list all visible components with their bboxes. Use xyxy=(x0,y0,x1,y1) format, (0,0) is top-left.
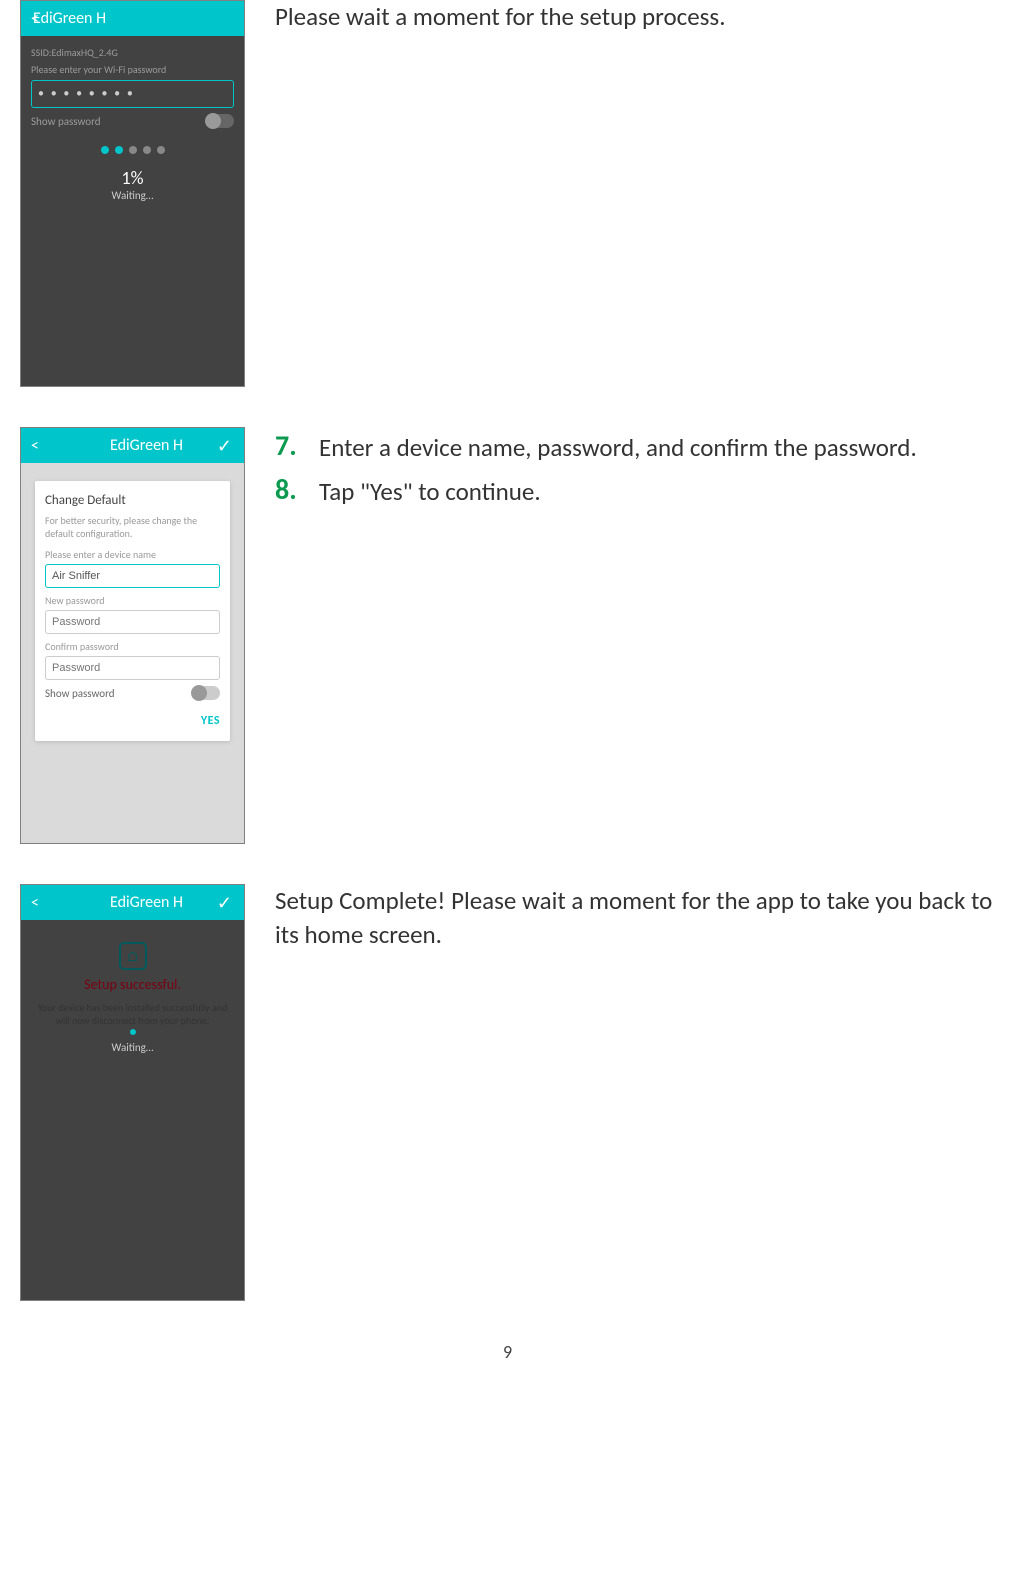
confirm-password-label: Confirm password xyxy=(45,640,220,653)
show-password-toggle-row: Show password xyxy=(45,686,220,700)
card-title: Change Default xyxy=(45,493,220,508)
step-8: 8. Tap "Yes" to continue. xyxy=(275,471,917,509)
page-number: 9 xyxy=(20,1341,995,1363)
step-7: 7. Enter a device name, password, and co… xyxy=(275,427,917,465)
card-subtitle: For better security, please change the d… xyxy=(45,514,220,540)
success-icon: ⌂ xyxy=(119,942,147,970)
screen-body: SSID:EdimaxHQ_2.4G Please enter your Wi-… xyxy=(21,36,244,386)
back-icon[interactable]: < xyxy=(31,9,39,28)
section-setup-wait: < EdiGreen H SSID:EdimaxHQ_2.4G Please e… xyxy=(20,0,995,387)
yes-button[interactable]: YES xyxy=(201,714,220,728)
success-title: Setup successful. xyxy=(31,976,234,993)
caption-column: Please wait a moment for the setup proce… xyxy=(245,0,726,34)
app-header: < EdiGreen H xyxy=(21,1,244,36)
wifi-password-input[interactable]: • • • • • • • • xyxy=(31,80,234,108)
section-setup-complete: < EdiGreen H ✓ ⌂ Setup successful. Your … xyxy=(20,884,995,1301)
show-password-label: Show password xyxy=(31,115,101,128)
progress-overlay: 1% Waiting… xyxy=(31,140,234,202)
show-password-toggle[interactable] xyxy=(206,114,234,128)
step-8-text: Tap "Yes" to continue. xyxy=(319,471,541,509)
change-default-card: Change Default For better security, plea… xyxy=(35,481,230,741)
screenshot-setup-successful: < EdiGreen H ✓ ⌂ Setup successful. Your … xyxy=(20,884,245,1301)
screen-body: ⌂ Setup successful. Your device has been… xyxy=(21,920,244,1300)
back-icon[interactable]: < xyxy=(31,436,39,455)
screenshot-change-default: < EdiGreen H ✓ Change Default For better… xyxy=(20,427,245,844)
spinner-dot xyxy=(130,1029,136,1035)
yes-button-row: YES xyxy=(45,710,220,729)
check-icon[interactable]: ✓ xyxy=(217,435,232,457)
app-title: EdiGreen H xyxy=(33,9,106,28)
waiting-label: Waiting… xyxy=(31,1041,234,1054)
caption-setup-complete: Setup Complete! Please wait a moment for… xyxy=(275,884,995,952)
app-header: < EdiGreen H ✓ xyxy=(21,885,244,920)
progress-status: Waiting… xyxy=(31,189,234,202)
spinner-row xyxy=(31,1029,234,1035)
step-7-number: 7. xyxy=(275,427,319,465)
show-password-label: Show password xyxy=(45,687,115,700)
ssid-label: SSID:EdimaxHQ_2.4G xyxy=(31,46,234,59)
device-name-label: Please enter a device name xyxy=(45,548,220,561)
show-password-toggle-row: Show password xyxy=(31,114,234,128)
section-change-default: < EdiGreen H ✓ Change Default For better… xyxy=(20,427,995,844)
steps-column: 7. Enter a device name, password, and co… xyxy=(245,427,917,515)
check-icon[interactable]: ✓ xyxy=(217,892,232,914)
caption-column: Setup Complete! Please wait a moment for… xyxy=(245,884,995,952)
success-body: Your device has been installed successfu… xyxy=(31,1001,234,1027)
new-password-label: New password xyxy=(45,594,220,607)
app-header: < EdiGreen H ✓ xyxy=(21,428,244,463)
screenshot-setup-progress: < EdiGreen H SSID:EdimaxHQ_2.4G Please e… xyxy=(20,0,245,387)
confirm-password-input[interactable] xyxy=(45,656,220,680)
app-title: EdiGreen H xyxy=(110,436,183,455)
show-password-toggle[interactable] xyxy=(192,686,220,700)
progress-percent: 1% xyxy=(31,167,234,189)
back-icon[interactable]: < xyxy=(31,893,39,912)
new-password-input[interactable] xyxy=(45,610,220,634)
app-title: EdiGreen H xyxy=(110,893,183,912)
step-7-text: Enter a device name, password, and confi… xyxy=(319,427,917,465)
screen-body: Change Default For better security, plea… xyxy=(21,463,244,843)
password-hint: Please enter your Wi-Fi password xyxy=(31,63,234,76)
progress-dots xyxy=(31,140,234,159)
device-name-input[interactable] xyxy=(45,564,220,588)
step-8-number: 8. xyxy=(275,471,319,509)
caption-setup-wait: Please wait a moment for the setup proce… xyxy=(275,0,726,34)
